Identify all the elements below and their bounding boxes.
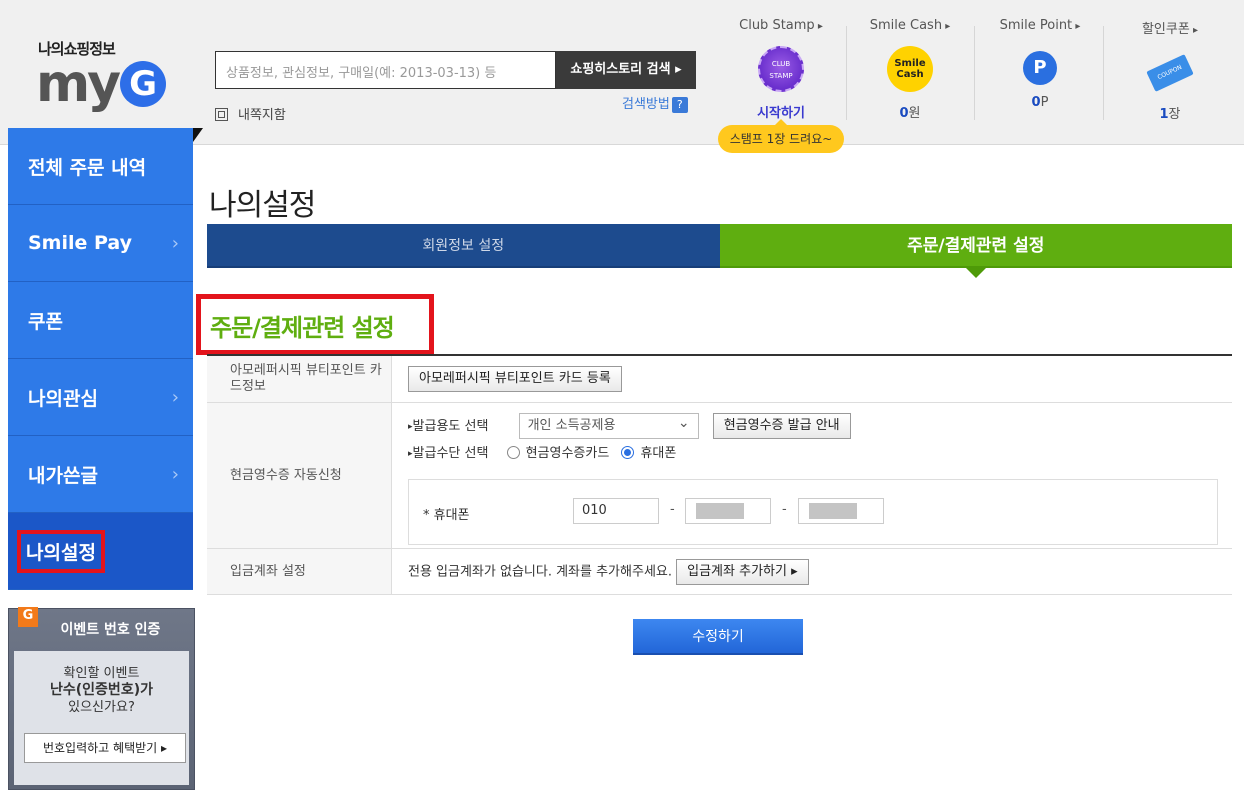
sidebar-item-my-posts[interactable]: 내가쓴글 › <box>8 436 193 513</box>
phone-last-field[interactable] <box>798 498 884 524</box>
sidebar-item-interests[interactable]: 나의관심 › <box>8 359 193 436</box>
header-divider <box>1103 26 1104 120</box>
chevron-right-icon: › <box>171 464 179 485</box>
help-icon: ? <box>671 96 688 113</box>
logo-my: my <box>36 54 121 114</box>
history-search-input[interactable]: 상품정보, 관심정보, 구매일(예: 2013-03-13) 등 <box>215 51 556 89</box>
method-phone-radio[interactable] <box>621 446 635 459</box>
sidebar-item-all-orders[interactable]: 전체 주문 내역 <box>8 128 193 205</box>
coupon-widget[interactable]: 할인쿠폰 COUPON 1장 <box>1110 18 1230 122</box>
cash-receipt-row: 현금영수증 자동신청 발급용도 선택 개인 소득공제용 현금영수증 발급 안내 … <box>207 403 1232 549</box>
event-title: 이벤트 번호 인증 <box>60 622 161 638</box>
receipt-guide-button[interactable]: 현금영수증 발급 안내 <box>712 413 851 439</box>
beauty-point-row: 아모레퍼시픽 뷰티포인트 카드정보 아모레퍼시픽 뷰티포인트 카드 등록 <box>207 356 1232 403</box>
chevron-right-icon: › <box>171 387 179 408</box>
phone-prefix-field[interactable]: 010 <box>573 498 659 524</box>
club-stamp-widget[interactable]: Club Stamp CLUB STAMP 시작하기 <box>721 18 841 121</box>
window-icon <box>215 108 228 121</box>
message-box-link[interactable]: 내쪽지함 <box>215 104 286 123</box>
sidebar-item-label: 나의설정 <box>17 529 105 573</box>
coupon-title[interactable]: 할인쿠폰 <box>1110 18 1230 37</box>
purpose-select[interactable]: 개인 소득공제용 <box>518 411 699 439</box>
search-help-link[interactable]: 검색방법? <box>622 93 688 113</box>
event-code-box: G 이벤트 번호 인증 확인할 이벤트 난수(인증번호)가 있으신가요? 번호입… <box>8 607 195 790</box>
method-card-label: 현금영수증카드 <box>525 446 610 461</box>
tab-member-info[interactable]: 회원정보 설정 <box>207 224 720 268</box>
smile-cash-widget[interactable]: Smile Cash Smile Cash 0원 <box>850 18 970 121</box>
beauty-point-label: 아모레퍼시픽 뷰티포인트 카드정보 <box>207 356 392 402</box>
beauty-point-register-button[interactable]: 아모레퍼시픽 뷰티포인트 카드 등록 <box>408 366 622 392</box>
search-help-label: 검색방법 <box>622 97 670 112</box>
smile-cash-value: 0원 <box>899 106 921 121</box>
logo-g-icon: G <box>120 61 167 107</box>
tab-order-payment[interactable]: 주문/결제관련 설정 <box>719 224 1232 278</box>
event-line: 있으신가요? <box>68 700 135 715</box>
phone-input-box: * 휴대폰 010 - - <box>408 479 1218 545</box>
sidebar-item-label: Smile Pay <box>28 232 133 254</box>
section-title: 주문/결제관련 설정 <box>196 294 434 355</box>
smile-point-icon: P <box>1023 51 1057 85</box>
deposit-account-label: 입금계좌 설정 <box>207 549 392 594</box>
method-card-radio[interactable] <box>506 446 520 459</box>
settings-form: 아모레퍼시픽 뷰티포인트 카드정보 아모레퍼시픽 뷰티포인트 카드 등록 현금영… <box>207 354 1232 595</box>
deposit-account-row: 입금계좌 설정 전용 입금계좌가 없습니다. 계좌를 추가해주세요. 입금계좌 … <box>207 549 1232 595</box>
sidebar-menu: 전체 주문 내역 Smile Pay › 쿠폰 나의관심 › 내가쓴글 › 나의… <box>8 128 193 590</box>
phone-middle-field[interactable] <box>685 498 771 524</box>
history-search-button[interactable]: 쇼핑히스토리 검색 ▸ <box>556 51 696 89</box>
sidebar-item-smile-pay[interactable]: Smile Pay › <box>8 205 193 282</box>
stamp-tooltip: 스탬프 1장 드려요~ <box>718 119 844 153</box>
smile-point-value: 0P <box>1031 95 1049 110</box>
phone-dash: - <box>782 502 787 517</box>
sidebar-item-label: 전체 주문 내역 <box>28 156 147 179</box>
club-stamp-icon: CLUB STAMP <box>758 46 804 92</box>
logo-wordmark: my G <box>36 54 181 114</box>
page-title: 나의설정 <box>209 188 316 223</box>
message-box-label: 내쪽지함 <box>238 108 286 123</box>
submit-button[interactable]: 수정하기 <box>633 619 803 655</box>
masked-value <box>696 503 744 519</box>
add-account-button[interactable]: 입금계좌 추가하기 ▸ <box>676 559 809 585</box>
sidebar-item-coupon[interactable]: 쿠폰 <box>8 282 193 359</box>
purpose-label: 발급용도 선택 <box>408 419 488 434</box>
chevron-right-icon: › <box>171 233 179 254</box>
sidebar-item-label: 쿠폰 <box>28 310 63 333</box>
smile-point-widget[interactable]: Smile Point P 0P <box>980 18 1100 110</box>
header-divider <box>974 26 975 120</box>
myg-logo[interactable]: 나의쇼핑정보 my G <box>36 38 181 114</box>
smile-point-title[interactable]: Smile Point <box>980 18 1100 33</box>
smile-cash-icon: Smile Cash <box>887 46 933 92</box>
sidebar-item-label: 나의관심 <box>28 387 98 410</box>
cash-receipt-label: 현금영수증 자동신청 <box>207 403 392 548</box>
event-line: 난수(인증번호)가 <box>50 682 153 698</box>
header: 나의쇼핑정보 my G 상품정보, 관심정보, 구매일(예: 2013-03-13… <box>0 0 1244 145</box>
settings-tabs: 회원정보 설정 주문/결제관련 설정 <box>207 224 1232 278</box>
method-phone-label: 휴대폰 <box>640 446 677 461</box>
coupon-ticket-icon: COUPON <box>1146 54 1194 92</box>
sidebar-item-settings[interactable]: 나의설정 <box>8 513 193 590</box>
smile-cash-title[interactable]: Smile Cash <box>850 18 970 33</box>
event-code-button[interactable]: 번호입력하고 혜택받기 ▸ <box>24 733 186 763</box>
sidebar-item-label: 내가쓴글 <box>28 464 98 487</box>
coupon-count: 1장 <box>1159 107 1181 122</box>
event-body: 확인할 이벤트 난수(인증번호)가 있으신가요? 번호입력하고 혜택받기 ▸ <box>14 651 189 785</box>
header-divider <box>846 26 847 120</box>
club-stamp-title[interactable]: Club Stamp <box>721 18 841 33</box>
masked-value <box>809 503 857 519</box>
sidebar-notch <box>193 128 203 142</box>
method-label: 발급수단 선택 <box>408 446 488 461</box>
phone-label: * 휴대폰 <box>423 508 470 523</box>
phone-dash: - <box>670 502 675 517</box>
deposit-account-text: 전용 입금계좌가 없습니다. 계좌를 추가해주세요. <box>408 564 672 580</box>
event-line: 확인할 이벤트 <box>63 666 140 681</box>
